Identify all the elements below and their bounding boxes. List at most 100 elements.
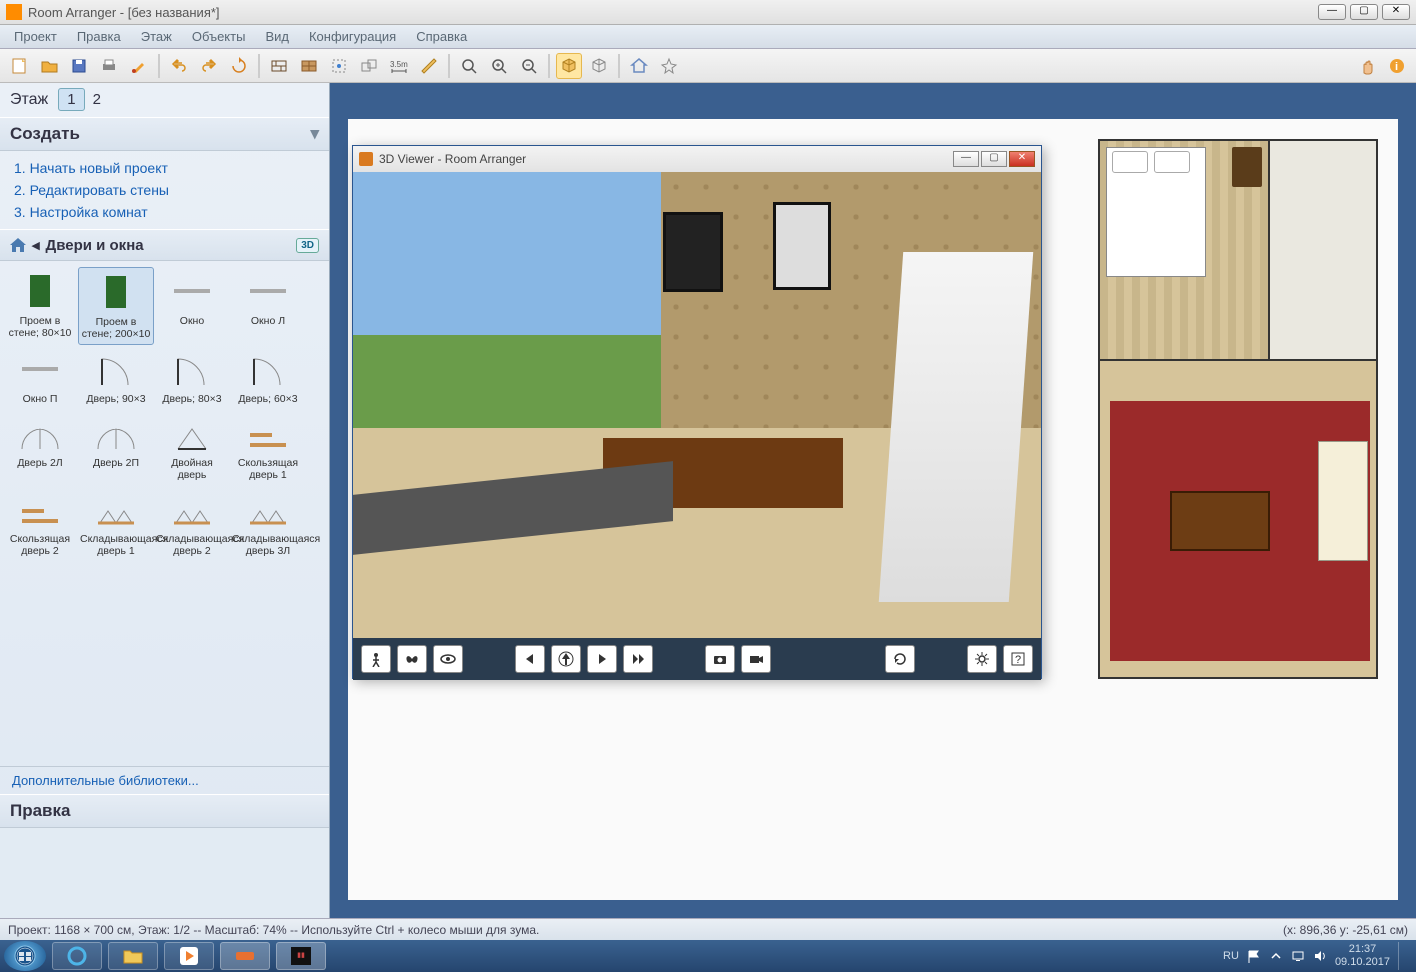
svg-text:i: i bbox=[1395, 61, 1398, 73]
taskbar-explorer[interactable] bbox=[108, 942, 158, 970]
group-icon bbox=[360, 57, 378, 75]
new-button[interactable] bbox=[6, 53, 32, 79]
taskbar-ie[interactable] bbox=[52, 942, 102, 970]
print-button[interactable] bbox=[96, 53, 122, 79]
menu-Этаж[interactable]: Этаж bbox=[133, 27, 180, 46]
viewer-play-button[interactable] bbox=[587, 645, 617, 673]
floorplan-2d[interactable] bbox=[1098, 139, 1378, 679]
hand-button[interactable] bbox=[1354, 53, 1380, 79]
viewer-3d-titlebar[interactable]: 3D Viewer - Room Arranger — ▢ ✕ bbox=[353, 146, 1041, 172]
menu-Объекты[interactable]: Объекты bbox=[184, 27, 254, 46]
zoom-out-button[interactable] bbox=[516, 53, 542, 79]
viewer-refresh-button[interactable] bbox=[885, 645, 915, 673]
lib-item-9[interactable]: Дверь 2П bbox=[78, 409, 154, 485]
viewer-eye-button[interactable] bbox=[433, 645, 463, 673]
ruler2-button[interactable] bbox=[416, 53, 442, 79]
group-button[interactable] bbox=[356, 53, 382, 79]
tray-up-icon[interactable] bbox=[1269, 949, 1283, 963]
clock[interactable]: 21:37 09.10.2017 bbox=[1335, 943, 1390, 969]
zoom-in-button[interactable] bbox=[486, 53, 512, 79]
menu-Конфигурация[interactable]: Конфигурация bbox=[301, 27, 404, 46]
view3d-button[interactable] bbox=[556, 53, 582, 79]
lib-item-5[interactable]: Дверь; 90×3 bbox=[78, 345, 154, 409]
canvas-area[interactable]: 3D Viewer - Room Arranger — ▢ ✕ ? bbox=[330, 83, 1416, 918]
undo-icon bbox=[170, 57, 188, 75]
view3d-settings-button[interactable] bbox=[586, 53, 612, 79]
show-desktop-button[interactable] bbox=[1398, 942, 1406, 970]
action-2[interactable]: 2. Редактировать стены bbox=[14, 179, 315, 201]
grid-button[interactable] bbox=[296, 53, 322, 79]
lib-item-7[interactable]: Дверь; 60×3 bbox=[230, 345, 306, 409]
viewer-fwd-button[interactable] bbox=[623, 645, 653, 673]
badge-3d[interactable]: 3D bbox=[296, 238, 319, 253]
snap-button[interactable] bbox=[326, 53, 352, 79]
action-3[interactable]: 3. Настройка комнат bbox=[14, 201, 315, 223]
volume-icon[interactable] bbox=[1313, 949, 1327, 963]
menu-Проект[interactable]: Проект bbox=[6, 27, 65, 46]
edit-section-header[interactable]: Правка bbox=[0, 794, 329, 828]
action-1[interactable]: 1. Начать новый проект bbox=[14, 157, 315, 179]
viewer-video-button[interactable] bbox=[741, 645, 771, 673]
redo-button[interactable] bbox=[196, 53, 222, 79]
object-library[interactable]: Проем в стене; 80×10Проем в стене; 200×1… bbox=[0, 261, 329, 766]
viewer-butterfly-button[interactable] bbox=[397, 645, 427, 673]
viewer-3d-window[interactable]: 3D Viewer - Room Arranger — ▢ ✕ ? bbox=[352, 145, 1042, 679]
viewer-camera-button[interactable] bbox=[705, 645, 735, 673]
lib-item-3[interactable]: Окно Л bbox=[230, 267, 306, 345]
viewer-maximize-button[interactable]: ▢ bbox=[981, 151, 1007, 167]
flag-icon[interactable] bbox=[1247, 949, 1261, 963]
menu-Правка[interactable]: Правка bbox=[69, 27, 129, 46]
lib-item-4[interactable]: Окно П bbox=[2, 345, 78, 409]
network-icon[interactable] bbox=[1291, 949, 1305, 963]
lib-item-11[interactable]: Скользящая дверь 1 bbox=[230, 409, 306, 485]
viewer-center-button[interactable] bbox=[551, 645, 581, 673]
lib-item-13[interactable]: Складывающаяся дверь 1 bbox=[78, 485, 154, 561]
viewer-settings-button[interactable] bbox=[967, 645, 997, 673]
taskbar-roomarranger[interactable] bbox=[220, 942, 270, 970]
close-button[interactable]: ✕ bbox=[1382, 4, 1410, 20]
undo-button[interactable] bbox=[166, 53, 192, 79]
viewer-close-button[interactable]: ✕ bbox=[1009, 151, 1035, 167]
open-button[interactable] bbox=[36, 53, 62, 79]
minimize-button[interactable]: — bbox=[1318, 4, 1346, 20]
info-button[interactable]: i bbox=[1384, 53, 1410, 79]
language-indicator[interactable]: RU bbox=[1223, 950, 1239, 962]
viewer-prev-button[interactable] bbox=[515, 645, 545, 673]
viewer-help-button[interactable]: ? bbox=[1003, 645, 1033, 673]
lib-item-label: Скользящая дверь 1 bbox=[232, 457, 304, 481]
taskbar-media[interactable] bbox=[164, 942, 214, 970]
zoom-fit-button[interactable] bbox=[456, 53, 482, 79]
floor-tab-2[interactable]: 2 bbox=[85, 89, 109, 110]
floor-tab-1[interactable]: 1 bbox=[58, 88, 84, 111]
lib-item-0[interactable]: Проем в стене; 80×10 bbox=[2, 267, 78, 345]
lib-item-10[interactable]: Двойная дверь bbox=[154, 409, 230, 485]
lib-item-1[interactable]: Проем в стене; 200×10 bbox=[78, 267, 154, 345]
taskbar-paint[interactable]: ▮▮ bbox=[276, 942, 326, 970]
maximize-button[interactable]: ▢ bbox=[1350, 4, 1378, 20]
viewer-walk-button[interactable] bbox=[361, 645, 391, 673]
measure-button[interactable]: 3.5m bbox=[386, 53, 412, 79]
lib-thumb-icon bbox=[244, 349, 292, 389]
lib-item-14[interactable]: Складывающаяся дверь 2 bbox=[154, 485, 230, 561]
house-button[interactable] bbox=[626, 53, 652, 79]
category-header[interactable]: ◂ Двери и окна 3D bbox=[0, 229, 329, 261]
wall-button[interactable] bbox=[266, 53, 292, 79]
more-libraries-link[interactable]: Дополнительные библиотеки... bbox=[0, 766, 329, 794]
menu-Справка[interactable]: Справка bbox=[408, 27, 475, 46]
start-button[interactable] bbox=[4, 941, 46, 971]
lib-item-12[interactable]: Скользящая дверь 2 bbox=[2, 485, 78, 561]
create-actions: 1. Начать новый проект2. Редактировать с… bbox=[0, 151, 329, 229]
menu-Вид[interactable]: Вид bbox=[257, 27, 297, 46]
toolbar: 3.5m i bbox=[0, 49, 1416, 83]
fx-button[interactable] bbox=[656, 53, 682, 79]
save-button[interactable] bbox=[66, 53, 92, 79]
lib-item-15[interactable]: Складывающаяся дверь 3Л bbox=[230, 485, 306, 561]
viewer-3d-render[interactable] bbox=[353, 172, 1041, 638]
lib-item-8[interactable]: Дверь 2Л bbox=[2, 409, 78, 485]
lib-item-2[interactable]: Окно bbox=[154, 267, 230, 345]
viewer-minimize-button[interactable]: — bbox=[953, 151, 979, 167]
lib-item-6[interactable]: Дверь; 80×3 bbox=[154, 345, 230, 409]
rotate-button[interactable] bbox=[226, 53, 252, 79]
create-section-header[interactable]: Создать ▾ bbox=[0, 117, 329, 151]
paint-button[interactable] bbox=[126, 53, 152, 79]
